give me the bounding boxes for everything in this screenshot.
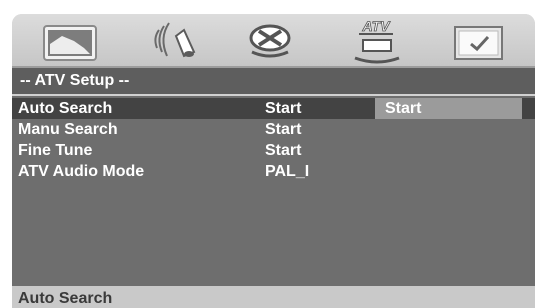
menu-item-label: ATV Audio Mode (18, 163, 145, 180)
video-reel-icon[interactable] (230, 14, 310, 66)
menu-panel: Auto Search Start Start Manu Search Star… (12, 96, 535, 286)
icon-bar: ATV (12, 14, 535, 68)
picture-icon[interactable] (32, 14, 112, 66)
menu-item-value: PAL_I (265, 163, 310, 180)
menu-item-label: Fine Tune (18, 142, 93, 159)
atv-icon-label: ATV (362, 18, 392, 34)
menu-item-atv-audio-mode[interactable]: ATV Audio Mode PAL_I (12, 161, 535, 182)
menu-item-label: Manu Search (18, 121, 118, 138)
menu-item-manu-search[interactable]: Manu Search Start (12, 119, 535, 140)
menu-item-value: Start (265, 121, 302, 138)
menu-item-value: Start (265, 142, 302, 159)
menu-item-auto-search[interactable]: Auto Search Start Start (12, 98, 535, 119)
menu-item-value: Start (265, 100, 302, 117)
submenu-option-start[interactable]: Start (375, 98, 522, 119)
preference-icon[interactable] (440, 14, 520, 66)
audio-icon[interactable] (132, 14, 212, 66)
menu-item-fine-tune[interactable]: Fine Tune Start (12, 140, 535, 161)
menu-item-label: Auto Search (18, 100, 113, 117)
section-title: -- ATV Setup -- (12, 68, 535, 94)
osd-panel: ATV -- ATV Setup -- Auto Search Start St… (12, 14, 535, 308)
status-bar: Auto Search (12, 286, 535, 308)
atv-icon[interactable]: ATV (337, 14, 417, 66)
